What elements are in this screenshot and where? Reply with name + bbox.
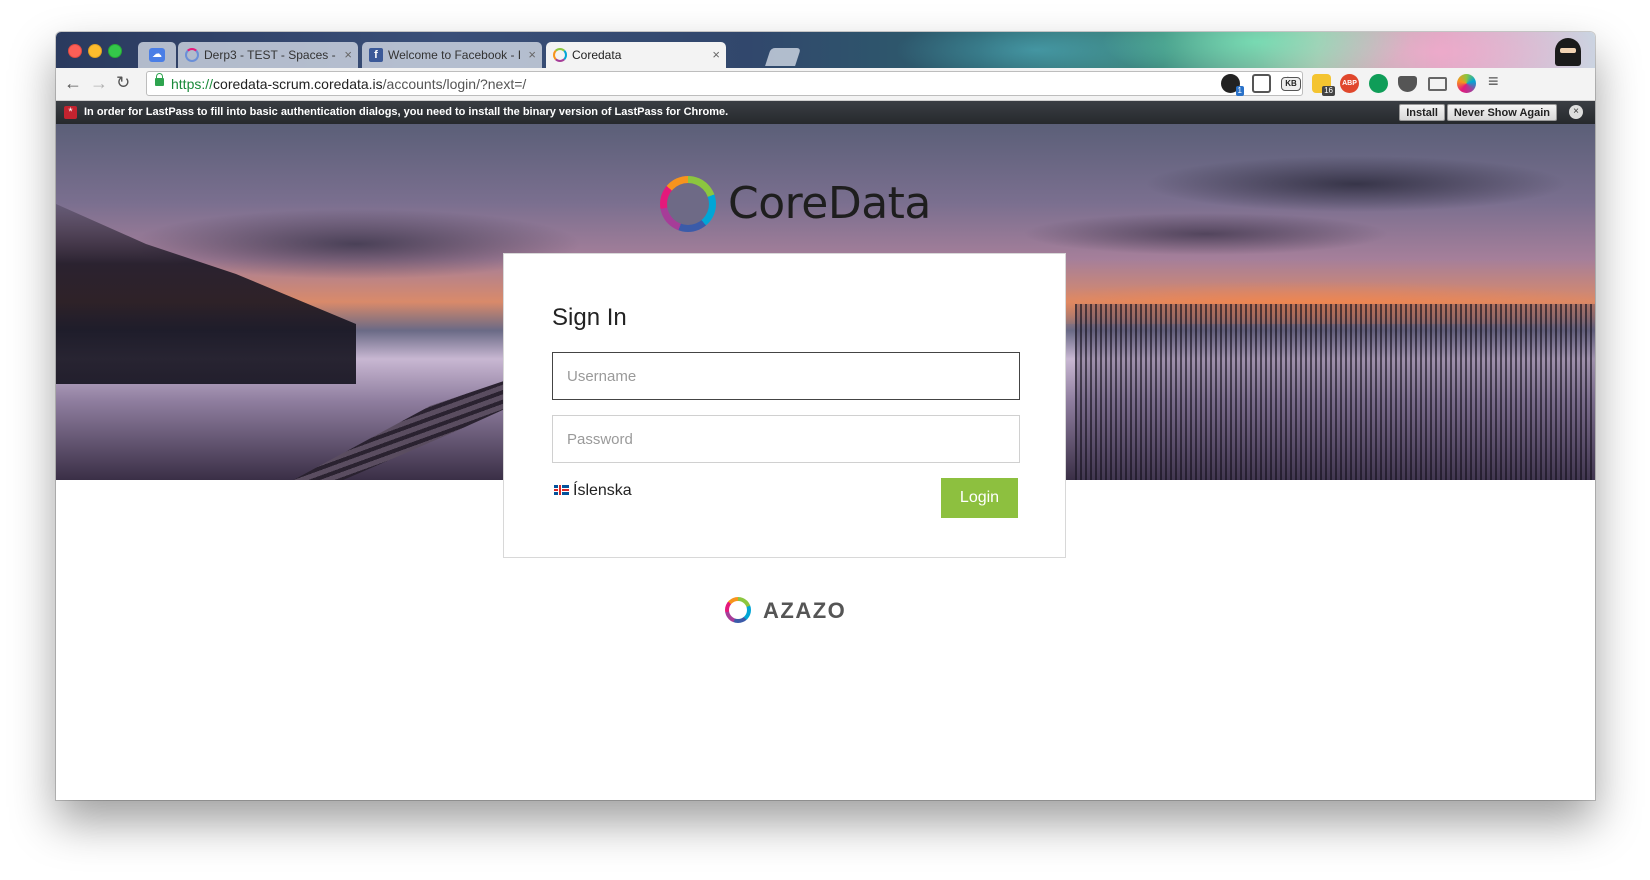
back-arrow-icon[interactable]: ← (64, 74, 82, 92)
tab-title: Derp3 - TEST - Spaces - C (204, 48, 336, 62)
mail-badge: 16 (1322, 86, 1335, 96)
username-input[interactable] (552, 352, 1020, 400)
password-input[interactable] (552, 415, 1020, 463)
close-icon[interactable]: × (344, 47, 352, 62)
zoom-window-button[interactable] (108, 44, 122, 58)
forward-arrow-icon[interactable]: → (90, 74, 108, 92)
profile-avatar-icon[interactable] (1555, 38, 1581, 66)
tab-strip: ☁ Derp3 - TEST - Spaces - C × f Welcome … (56, 32, 1595, 68)
tab-derp3[interactable]: Derp3 - TEST - Spaces - C × (178, 42, 358, 68)
kb-extension-icon[interactable]: KB (1281, 77, 1301, 91)
lastpass-message: In order for LastPass to fill into basic… (84, 106, 729, 118)
pocket-extension-icon[interactable] (1398, 76, 1417, 92)
github-extension-icon[interactable]: 1 (1221, 74, 1244, 96)
address-bar[interactable]: https://coredata-scrum.coredata.is/accou… (146, 71, 1303, 96)
language-label: Íslenska (573, 482, 632, 499)
tab-pinned[interactable]: ☁ (138, 42, 176, 68)
mail-extension-icon[interactable]: 16 (1312, 74, 1335, 96)
azazo-ring-icon (725, 597, 751, 623)
cast-extension-icon[interactable] (1428, 77, 1447, 91)
facebook-favicon-icon: f (369, 48, 383, 62)
never-show-again-button[interactable]: Never Show Again (1446, 104, 1557, 121)
url-scheme: https:// (171, 76, 214, 92)
azazo-wordmark: AZAZO (763, 598, 847, 623)
lastpass-icon: * (64, 106, 77, 119)
color-extension-icon[interactable] (1457, 74, 1476, 93)
coredata-favicon-icon (553, 48, 567, 62)
pinned-app-icon: ☁ (149, 48, 165, 62)
new-tab-button[interactable] (765, 48, 801, 66)
close-icon[interactable]: × (712, 47, 720, 62)
url-text: https://coredata-scrum.coredata.is/accou… (171, 76, 526, 92)
lastpass-infobar: * In order for LastPass to fill into bas… (56, 101, 1595, 124)
github-badge: 1 (1235, 86, 1244, 96)
minimize-window-button[interactable] (88, 44, 102, 58)
coredata-ring-icon (660, 176, 716, 232)
like-extension-icon[interactable] (1252, 74, 1271, 93)
adblock-extension-icon[interactable]: ABP (1340, 74, 1359, 93)
close-window-button[interactable] (68, 44, 82, 58)
browser-window: ☁ Derp3 - TEST - Spaces - C × f Welcome … (56, 32, 1595, 800)
reeds-silhouette (1075, 304, 1595, 480)
signin-title: Sign In (552, 304, 627, 331)
brand-name: CoreData (728, 178, 931, 229)
browser-toolbar: ← → ↻ https://coredata-scrum.coredata.is… (56, 68, 1595, 101)
url-path: /accounts/login/?next=/ (382, 76, 527, 92)
close-icon[interactable]: × (1569, 105, 1583, 119)
tab-coredata[interactable]: Coredata × (546, 42, 726, 68)
signin-card: Sign In Íslenska Login (503, 253, 1066, 558)
install-button[interactable]: Install (1399, 104, 1445, 121)
language-switch-link[interactable]: Íslenska (554, 482, 632, 500)
iceland-flag-icon (554, 485, 569, 495)
close-icon[interactable]: × (528, 47, 536, 62)
lock-icon (155, 73, 164, 86)
coredata-favicon-icon (185, 48, 199, 62)
tab-facebook[interactable]: f Welcome to Facebook - Lo × (362, 42, 542, 68)
menu-icon[interactable]: ≡ (1488, 72, 1499, 90)
tab-title: Coredata (572, 48, 622, 62)
reload-icon[interactable]: ↻ (116, 74, 130, 92)
url-host: coredata-scrum.coredata.is (213, 76, 383, 92)
tab-title: Welcome to Facebook - Lo (388, 48, 520, 62)
login-button[interactable]: Login (941, 478, 1018, 518)
hangouts-extension-icon[interactable] (1369, 74, 1388, 93)
